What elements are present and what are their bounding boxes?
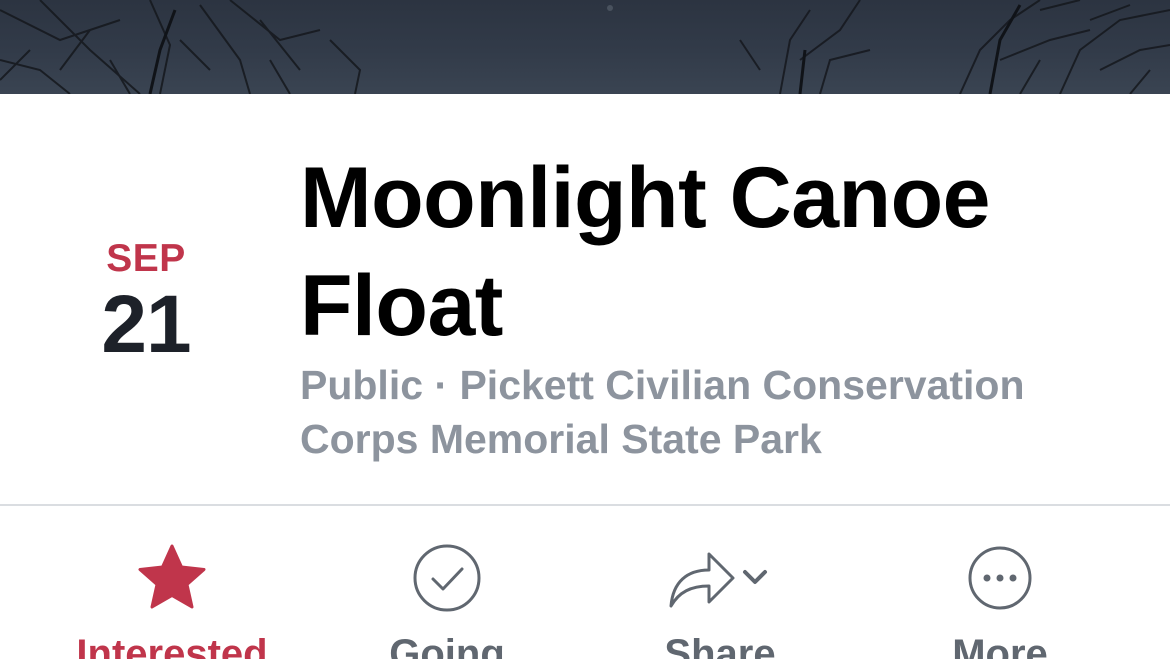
interested-label: Interested <box>76 632 268 659</box>
share-arrow-icon <box>665 542 775 617</box>
going-label: Going <box>389 632 505 659</box>
going-button[interactable]: Going <box>322 506 572 659</box>
event-date-day: 21 <box>101 279 191 370</box>
more-label: More <box>952 632 1048 659</box>
share-label: Share <box>664 632 776 659</box>
star-icon <box>136 542 208 617</box>
share-button[interactable]: Share <box>595 506 845 659</box>
event-date: SEP 21 <box>60 236 232 368</box>
event-date-month: SEP <box>106 237 186 280</box>
event-title: Moonlight Canoe Float <box>300 150 990 354</box>
event-screen: SEP 21 Moonlight Canoe Float Public · Pi… <box>0 0 1170 659</box>
tree-silhouettes <box>0 0 1170 94</box>
event-subtitle[interactable]: Public · Pickett Civilian Conservation C… <box>300 358 1120 466</box>
event-cover-photo[interactable] <box>0 0 1170 94</box>
more-dots-icon <box>964 542 1036 617</box>
check-circle-icon <box>411 542 483 617</box>
more-button[interactable]: More <box>875 506 1125 659</box>
interested-button[interactable]: Interested <box>22 506 322 659</box>
event-action-bar: Interested Going Share More <box>0 506 1170 659</box>
